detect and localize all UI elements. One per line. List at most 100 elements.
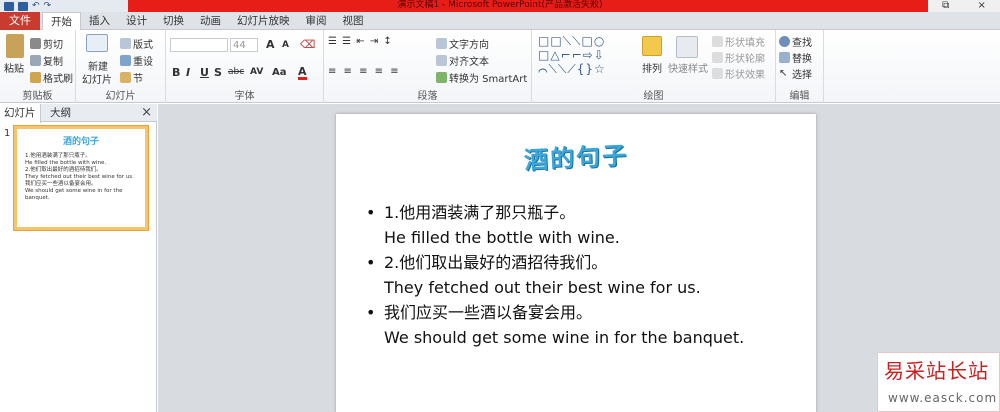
- arrange-button[interactable]: 排列: [642, 60, 662, 75]
- bold-button[interactable]: B: [172, 66, 180, 79]
- new-slide-button[interactable]: 幻灯片: [82, 71, 112, 86]
- align-text-button[interactable]: 对齐文本: [436, 53, 489, 68]
- layout-icon: [120, 38, 131, 49]
- clear-format-icon[interactable]: ⌫: [300, 38, 316, 51]
- tab-transitions[interactable]: 切换: [155, 12, 192, 30]
- tab-outline-panel[interactable]: 大纲: [46, 104, 75, 122]
- tab-slideshow[interactable]: 幻灯片放映: [229, 12, 298, 30]
- slide-canvas[interactable]: 酒的句子 • 1.他用酒装满了那只瓶子。 He filled the bottl…: [336, 114, 816, 412]
- quick-access-toolbar: ↶ ↷: [4, 0, 51, 12]
- change-case-button[interactable]: Aa: [272, 67, 287, 78]
- strikethrough-button[interactable]: abc: [228, 67, 244, 77]
- slide-thumbnail[interactable]: 酒的句子 1.他用酒装满了那只瓶子。 He filled the bottle …: [13, 125, 149, 231]
- thumb-item-en: They fetched out their best wine for us.: [25, 174, 134, 180]
- clipboard-label: 剪贴板: [22, 91, 53, 102]
- paste-icon[interactable]: [6, 34, 24, 58]
- tab-view[interactable]: 视图: [335, 12, 372, 30]
- slides-panel: 幻灯片 大纲 × 1 酒的句子 1.他用酒装满了那只瓶子。 He filled …: [0, 104, 157, 412]
- reset-button[interactable]: 重设: [120, 53, 153, 68]
- shape-fill-button[interactable]: 形状填充: [712, 34, 765, 49]
- arrange-icon[interactable]: [642, 36, 662, 56]
- tab-review[interactable]: 审阅: [298, 12, 335, 30]
- close-panel-icon[interactable]: ×: [141, 104, 152, 122]
- clipboard-group: 粘贴 剪切 复制 格式刷 剪贴板: [0, 30, 76, 103]
- panel-tabs: 幻灯片 大纲 ×: [0, 104, 157, 123]
- char-spacing-button[interactable]: AV: [250, 67, 263, 77]
- item-cn: 1.他用酒装满了那只瓶子。: [384, 203, 576, 222]
- slide-body[interactable]: • 1.他用酒装满了那只瓶子。 He filled the bottle wit…: [366, 200, 806, 350]
- slide-editor: 酒的句子 • 1.他用酒装满了那只瓶子。 He filled the bottl…: [158, 104, 1000, 412]
- shrink-font-button[interactable]: A: [282, 40, 289, 50]
- window-title: 演示文稿1 - Microsoft PowerPoint(产品激活失败): [397, 0, 603, 10]
- item-en: They fetched out their best wine for us.: [384, 278, 701, 297]
- list-buttons[interactable]: ☰ ☰ ⇤ ⇥ ↕: [328, 36, 393, 47]
- thumb-body: 1.他用酒装满了那只瓶子。 He filled the bottle with …: [25, 153, 145, 202]
- tab-animations[interactable]: 动画: [192, 12, 229, 30]
- section-icon: [120, 72, 131, 83]
- list-item: • 1.他用酒装满了那只瓶子。 He filled the bottle wit…: [366, 200, 806, 250]
- close-button[interactable]: ×: [977, 0, 985, 12]
- bullet: •: [366, 203, 376, 222]
- align-text-icon: [436, 55, 447, 66]
- find-button[interactable]: 查找: [779, 34, 812, 49]
- format-painter-icon: [30, 72, 41, 83]
- align-buttons[interactable]: ≡ ≡ ≡ ≡ ≡: [328, 66, 401, 77]
- redo-icon[interactable]: ↷: [44, 1, 52, 11]
- shapes-gallery[interactable]: □□⟍⟍□○ □△⌐⌐⇨⇩ ⌒⟍⟍⟋{}☆: [538, 34, 632, 80]
- select-button[interactable]: ↖ 选择: [779, 66, 812, 81]
- window-controls: ⧉ ×: [928, 0, 1000, 12]
- quick-styles-button[interactable]: 快速样式: [668, 60, 708, 75]
- drawing-label: 绘图: [643, 91, 664, 102]
- shape-effects-button[interactable]: 形状效果: [712, 66, 765, 81]
- paste-button[interactable]: 粘贴: [4, 60, 24, 75]
- replace-icon: [779, 52, 790, 63]
- list-item: • 2.他们取出最好的酒招待我们。 They fetched out their…: [366, 250, 806, 300]
- slide-number: 1: [4, 128, 11, 139]
- shape-outline-button[interactable]: 形状轮廓: [712, 50, 765, 65]
- restore-button[interactable]: ⧉: [942, 0, 949, 12]
- thumb-item-cn: 我们应买一些酒以备宴会用。: [25, 181, 97, 187]
- format-painter-button[interactable]: 格式刷: [30, 70, 73, 85]
- layout-button[interactable]: 版式: [120, 36, 153, 51]
- app-icon[interactable]: [4, 1, 14, 11]
- find-icon: [779, 36, 790, 47]
- font-size-combo[interactable]: 44: [230, 38, 258, 52]
- title-bar: 演示文稿1 - Microsoft PowerPoint(产品激活失败) ↶ ↷…: [0, 0, 1000, 12]
- font-color-button[interactable]: A: [298, 66, 307, 80]
- editing-group: 查找 替换 ↖ 选择 编辑: [776, 30, 824, 103]
- reset-icon: [120, 55, 131, 66]
- thumb-title: 酒的句子: [62, 137, 99, 147]
- font-label: 字体: [234, 91, 255, 102]
- new-slide-icon[interactable]: [86, 34, 108, 52]
- copy-button[interactable]: 复制: [30, 53, 63, 68]
- tab-file[interactable]: 文件: [0, 12, 40, 30]
- save-icon[interactable]: [18, 1, 28, 11]
- undo-icon[interactable]: ↶: [32, 1, 40, 11]
- paragraph-group: ☰ ☰ ⇤ ⇥ ↕ ≡ ≡ ≡ ≡ ≡ 文字方向 对齐文本 转换为 SmartA…: [324, 30, 532, 103]
- paragraph-label: 段落: [417, 91, 438, 102]
- font-name-combo[interactable]: [170, 38, 228, 52]
- grow-font-button[interactable]: A: [266, 38, 275, 51]
- tab-design[interactable]: 设计: [118, 12, 155, 30]
- item-en: He filled the bottle with wine.: [384, 228, 620, 247]
- text-direction-button[interactable]: 文字方向: [436, 36, 489, 51]
- list-item: • 我们应买一些酒以备宴会用。 We should get some wine …: [366, 300, 806, 350]
- quick-styles-icon[interactable]: [676, 36, 698, 58]
- shape-fill-icon: [712, 36, 723, 47]
- cut-button[interactable]: 剪切: [30, 36, 63, 51]
- replace-button[interactable]: 替换: [779, 50, 812, 65]
- shadow-button[interactable]: S: [214, 66, 222, 79]
- underline-button[interactable]: U: [200, 66, 209, 79]
- bullet: •: [366, 253, 376, 272]
- thumb-item-cn: 2.他们取出最好的酒招待我们。: [25, 167, 102, 173]
- italic-button[interactable]: I: [186, 66, 190, 79]
- tab-home[interactable]: 开始: [42, 12, 81, 31]
- smartart-button[interactable]: 转换为 SmartArt: [436, 70, 527, 85]
- tab-slides-panel[interactable]: 幻灯片: [0, 104, 41, 123]
- smartart-icon: [436, 72, 447, 83]
- tab-insert[interactable]: 插入: [81, 12, 118, 30]
- slide-title[interactable]: 酒的句子: [335, 125, 816, 185]
- text-direction-icon: [436, 38, 447, 49]
- drawing-group: □□⟍⟍□○ □△⌐⌐⇨⇩ ⌒⟍⟍⟋{}☆ 排列 快速样式 形状填充 形状轮廓 …: [532, 30, 776, 103]
- section-button[interactable]: 节: [120, 70, 143, 85]
